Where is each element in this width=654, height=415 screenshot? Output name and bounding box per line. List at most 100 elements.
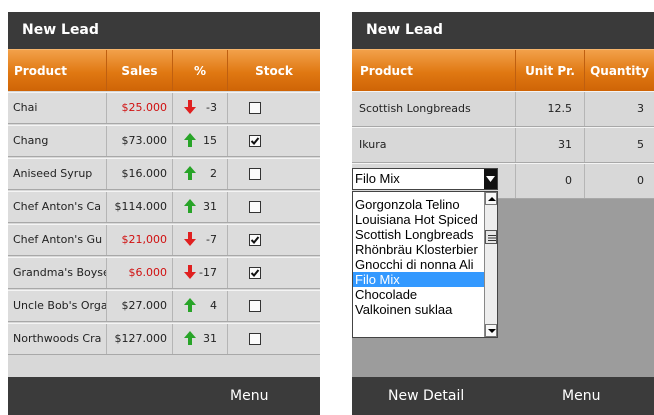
unit-price-cell: 0 [516, 164, 585, 198]
stock-checkbox[interactable] [249, 267, 261, 279]
combobox-dropdown-button[interactable] [484, 169, 497, 189]
stock-checkbox[interactable] [249, 300, 261, 312]
stock-checkbox[interactable] [249, 201, 261, 213]
column-header-percent[interactable]: % [173, 50, 228, 92]
title-bar: New Lead [8, 12, 320, 49]
product-combobox[interactable]: Filo Mix [352, 168, 498, 190]
column-header-unit-price[interactable]: Unit Pr. [516, 50, 585, 92]
stock-cell [228, 126, 280, 156]
dropdown-option[interactable]: Chocolade [353, 287, 484, 302]
table-row[interactable]: Ikura 31 5 [352, 127, 654, 163]
sales-cell: $16.000 [107, 159, 173, 189]
table-row[interactable]: Aniseed Syrup $16.000 2 [8, 158, 320, 190]
percent-value: 2 [210, 167, 217, 180]
sales-grid-body: Chai $25.000 -3 Chang $73.000 15 Aniseed Syrup… [8, 91, 320, 377]
percent-cell: -7 [173, 225, 228, 255]
product-cell: Aniseed Syrup [8, 159, 107, 189]
arrow-up-icon [184, 199, 196, 213]
sales-cell: $21,000 [107, 225, 173, 255]
product-cell: Northwoods Cra [8, 324, 107, 354]
column-header-row: Product Sales % Stock [8, 49, 320, 92]
stock-checkbox[interactable] [249, 234, 261, 246]
product-cell: Chef Anton's Gu [8, 225, 107, 255]
percent-value: -7 [206, 233, 217, 246]
percent-cell: 4 [173, 291, 228, 321]
stock-cell [228, 324, 280, 354]
quantity-cell: 0 [637, 174, 644, 187]
product-cell: Ikura [352, 128, 516, 162]
table-row[interactable]: Grandma's Boyse $6.000 -17 [8, 257, 320, 289]
table-row[interactable]: Chef Anton's Gu $21,000 -7 [8, 224, 320, 256]
sales-cell: $6.000 [107, 258, 173, 288]
title-bar: New Lead [352, 12, 654, 49]
percent-value: 31 [203, 332, 217, 345]
column-header-stock[interactable]: Stock [228, 50, 320, 92]
unit-price-cell: 12.5 [516, 92, 585, 126]
table-row[interactable]: Uncle Bob's Orga $27.000 4 [8, 290, 320, 322]
scroll-down-button[interactable] [485, 324, 497, 337]
stock-checkbox[interactable] [249, 168, 261, 180]
quantity-cell: 5 [637, 138, 644, 151]
checkmark-icon [250, 236, 260, 244]
stock-cell [228, 291, 280, 321]
percent-cell: 15 [173, 126, 228, 156]
percent-value: 15 [203, 134, 217, 147]
table-row[interactable]: Chang $73.000 15 [8, 125, 320, 157]
dropdown-option[interactable]: Gnocchi di nonna Ali [353, 257, 484, 272]
scroll-up-icon [488, 197, 496, 201]
column-header-sales[interactable]: Sales [107, 50, 173, 92]
arrow-up-icon [184, 166, 196, 180]
product-cell: Chef Anton's Ca [8, 192, 107, 222]
menu-softkey[interactable]: Menu [230, 388, 268, 404]
dropdown-option[interactable]: Scottish Longbreads [353, 227, 484, 242]
percent-cell: 31 [173, 192, 228, 222]
stock-checkbox[interactable] [249, 102, 261, 114]
column-header-product[interactable]: Product [8, 50, 107, 92]
stock-checkbox[interactable] [249, 135, 261, 147]
column-header-product[interactable]: Product [352, 50, 516, 92]
dropdown-option[interactable]: Gorgonzola Telino [353, 197, 484, 212]
percent-value: 31 [203, 200, 217, 213]
table-row[interactable]: Northwoods Cra $127.000 31 [8, 323, 320, 355]
checkmark-icon [250, 137, 260, 145]
product-cell: Chang [8, 126, 107, 156]
sales-cell: $127.000 [107, 324, 173, 354]
table-row[interactable]: Scottish Longbreads 12.5 3 [352, 91, 654, 127]
scroll-down-icon [488, 329, 496, 333]
product-cell: Chai [8, 93, 107, 123]
stock-cell [228, 192, 280, 222]
page-title: New Lead [366, 22, 443, 38]
stock-cell [228, 225, 280, 255]
percent-value: -3 [206, 101, 217, 114]
percent-cell: 2 [173, 159, 228, 189]
dropdown-option[interactable]: Rhönbräu Klosterbier [353, 242, 484, 257]
scroll-up-button[interactable] [485, 192, 497, 205]
column-header-row: Product Unit Pr. Quantity [352, 49, 654, 92]
product-cell: Scottish Longbreads [352, 92, 516, 126]
quantity-cell: 3 [637, 102, 644, 115]
sales-cell: $25.000 [107, 93, 173, 123]
arrow-down-icon [184, 100, 196, 114]
soft-key-bar: Menu [8, 377, 320, 415]
sales-cell: $27.000 [107, 291, 173, 321]
stock-cell [228, 93, 280, 123]
product-dropdown-list[interactable]: Gorgonzola Telino Louisiana Hot Spiced Sco… [352, 191, 498, 338]
new-detail-softkey[interactable]: New Detail [388, 388, 464, 404]
table-row[interactable]: Chai $25.000 -3 [8, 92, 320, 124]
dropdown-option[interactable]: Louisiana Hot Spiced [353, 212, 484, 227]
lead-detail-screen: New Lead Product Unit Pr. Quantity Scott… [352, 0, 654, 415]
dropdown-option[interactable]: Filo Mix [353, 272, 484, 287]
product-cell: Uncle Bob's Orga [8, 291, 107, 321]
page-title: New Lead [22, 22, 99, 38]
scroll-thumb[interactable] [485, 230, 497, 244]
menu-softkey[interactable]: Menu [562, 388, 600, 404]
dropdown-scrollbar[interactable] [484, 192, 497, 337]
sales-grid-screen: New Lead Product Sales % Stock Chai $25.0… [8, 0, 320, 415]
sales-cell: $114.000 [107, 192, 173, 222]
sales-cell: $73.000 [107, 126, 173, 156]
column-header-quantity[interactable]: Quantity [585, 50, 654, 92]
dropdown-option[interactable]: Valkoinen suklaa [353, 302, 484, 317]
combobox-value: Filo Mix [355, 171, 400, 186]
stock-checkbox[interactable] [249, 333, 261, 345]
table-row[interactable]: Chef Anton's Ca $114.000 31 [8, 191, 320, 223]
